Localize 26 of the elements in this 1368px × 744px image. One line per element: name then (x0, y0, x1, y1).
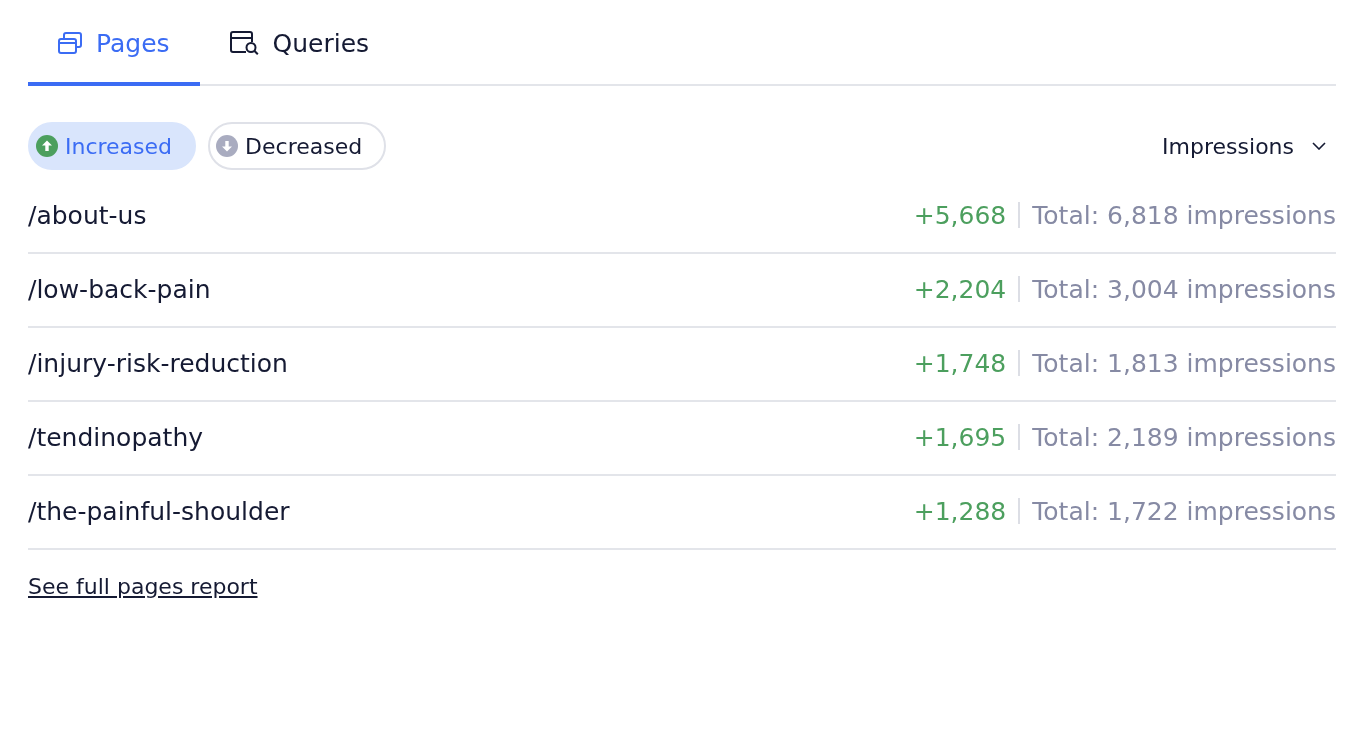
total-impressions: Total: 1,722 impressions (1032, 496, 1336, 526)
tab[interactable]: Pages (28, 0, 200, 86)
down-arrow-circle-icon (216, 135, 239, 157)
report-link[interactable]: See full pages report (28, 574, 258, 599)
page-path: /the-painful-shoulder (28, 496, 290, 526)
tab[interactable]: Queries (199, 0, 400, 86)
page-path: /injury-risk-reduction (28, 348, 288, 378)
total-impressions: Total: 2,189 impressions (1032, 422, 1336, 452)
sort-dropdown[interactable]: Impressions (1162, 133, 1336, 159)
change-value: +5,668 (913, 200, 1007, 230)
change-value: +1,695 (913, 422, 1007, 452)
total-impressions: Total: 3,004 impressions (1032, 274, 1336, 304)
page-path: /low-back-pain (28, 274, 211, 304)
up-arrow-circle-icon (36, 135, 58, 157)
change-value: +1,288 (913, 496, 1007, 526)
chevron-down-icon (1312, 142, 1326, 150)
filter-chip[interactable]: Decreased (208, 122, 387, 170)
page-path: /about-us (28, 200, 147, 230)
page-path: /tendinopathy (28, 422, 204, 452)
total-impressions: Total: 1,813 impressions (1032, 348, 1336, 378)
filter-chip[interactable]: Increased (28, 122, 197, 170)
total-impressions: Total: 6,818 impressions (1032, 200, 1336, 230)
window-search-icon (229, 31, 259, 55)
change-value: +1,748 (913, 348, 1007, 378)
change-value: +2,204 (913, 274, 1007, 304)
stacked-windows-icon (58, 32, 82, 54)
